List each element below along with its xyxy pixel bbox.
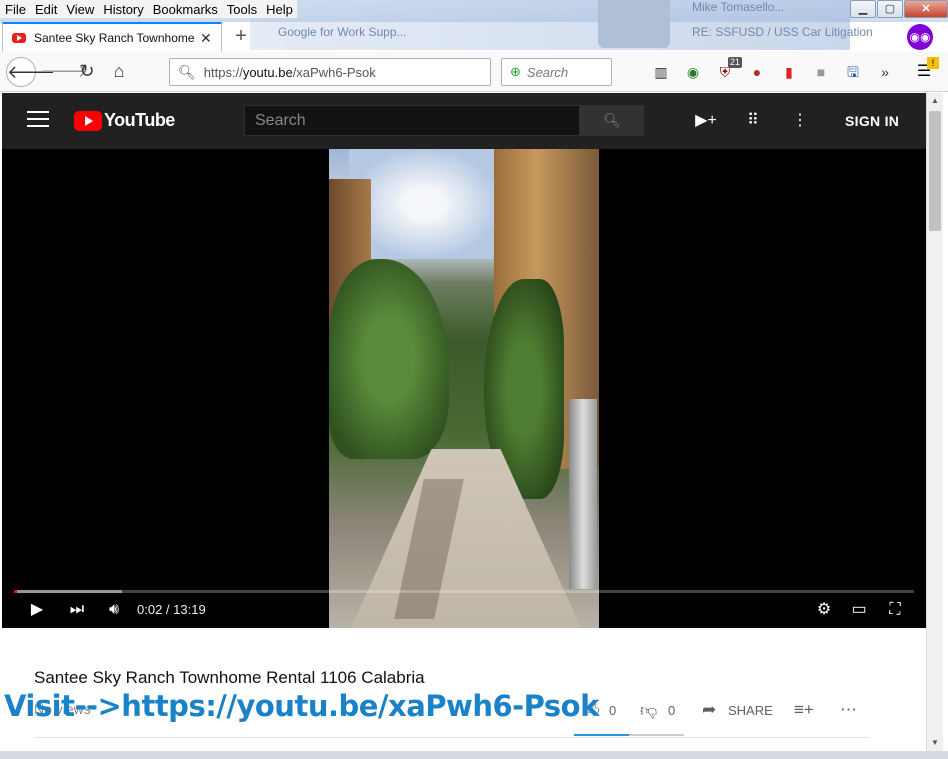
menu-file[interactable]: File — [0, 0, 30, 18]
dislike-icon[interactable]: 👎︎ — [640, 700, 657, 721]
overflow-chevron-icon[interactable]: » — [874, 61, 896, 83]
more-actions-icon[interactable]: ⋯ — [840, 700, 857, 720]
create-video-icon[interactable]: ▶+ — [694, 110, 718, 132]
save-icon[interactable]: 🖫 — [842, 61, 864, 83]
promo-overlay-text: Visit-->https://youtu.be/xaPwh6-Psok — [4, 689, 599, 723]
maximize-button[interactable]: ▢ — [877, 0, 903, 18]
theater-mode-icon[interactable]: ▭ — [848, 598, 870, 622]
close-window-button[interactable]: ✕ — [904, 0, 948, 18]
fullscreen-icon[interactable]: ⛶ — [884, 598, 906, 622]
scroll-up-arrow-icon[interactable]: ▲ — [927, 93, 943, 109]
settings-gear-icon[interactable]: ⚙ — [813, 598, 835, 622]
back-button[interactable]: 🡐 — [6, 57, 55, 87]
new-tab-button[interactable]: + — [228, 25, 254, 49]
home-button[interactable]: ⌂ — [104, 57, 134, 87]
scrollbar-thumb[interactable] — [929, 111, 941, 231]
tab-youtube[interactable]: Santee Sky Ranch Townhome Rental 1106 Ca… — [2, 22, 222, 52]
tab-title: Santee Sky Ranch Townhome Rental 1106 Ca… — [34, 31, 196, 45]
url-text: https://youtu.be/xaPwh6-Psok — [203, 64, 376, 80]
video-title: Santee Sky Ranch Townhome Rental 1106 Ca… — [34, 668, 425, 687]
window-controls: ▁ ▢ ✕ — [849, 0, 948, 18]
menu-edit[interactable]: Edit — [30, 0, 61, 18]
background-text-2: Mike Tomasello... — [692, 0, 785, 14]
tab-strip: Santee Sky Ranch Townhome Rental 1106 Ca… — [0, 22, 948, 52]
volume-icon[interactable]: 🔊︎ — [102, 598, 126, 622]
youtube-search-input[interactable]: Search — [244, 105, 580, 136]
minimize-button[interactable]: ▁ — [850, 0, 876, 18]
youtube-header: YouTube Search 🔍︎ ▶+ ⠿ ⋮ SIGN IN — [2, 93, 926, 149]
extension-camera-icon[interactable]: ◉ — [682, 61, 704, 83]
add-to-playlist-icon[interactable]: ≡+ — [794, 700, 814, 720]
search-bar[interactable]: ⊕ Search — [501, 58, 612, 86]
menu-tools[interactable]: Tools — [222, 0, 261, 18]
menu-bar: File Edit View History Bookmarks Tools H… — [0, 0, 297, 18]
youtube-logo[interactable]: YouTube — [74, 110, 175, 131]
menu-history[interactable]: History — [98, 0, 147, 18]
settings-more-icon[interactable]: ⋮ — [788, 110, 812, 132]
search-engine-icon: ⊕ — [510, 64, 521, 79]
menu-view[interactable]: View — [61, 0, 98, 18]
search-bar-placeholder: Search — [526, 64, 569, 80]
video-player[interactable]: ▶ ⏭ 🔊︎ 0:02 / 13:19 ⚙ ▭ ⛶ — [2, 149, 926, 628]
progress-bar[interactable] — [14, 590, 914, 593]
extension-dots-icon[interactable]: ● — [746, 61, 768, 83]
sign-in-button[interactable]: SIGN IN — [845, 113, 899, 129]
share-label[interactable]: SHARE — [728, 703, 773, 718]
divider — [34, 737, 870, 738]
navigation-toolbar: 🡐 🡒 ↻ ⌂ 🔍︎ https://youtu.be/xaPwh6-Psok … — [0, 52, 948, 92]
progress-buffered — [14, 590, 122, 593]
video-fence — [569, 399, 597, 589]
url-bar[interactable]: 🔍︎ https://youtu.be/xaPwh6-Psok — [169, 58, 491, 86]
search-icon: 🔍︎ — [178, 63, 196, 80]
private-browsing-icon: ◉◉ — [907, 24, 933, 50]
sentiment-fill — [574, 734, 629, 736]
youtube-logo-text: YouTube — [104, 110, 175, 130]
scroll-down-arrow-icon[interactable]: ▼ — [927, 735, 943, 751]
youtube-play-logo-icon — [74, 110, 102, 131]
youtube-favicon-icon — [12, 33, 26, 43]
tab-close-icon[interactable]: ✕ — [200, 30, 212, 47]
sentiment-bar — [574, 734, 684, 736]
update-warning-badge: ! — [927, 57, 939, 69]
next-button[interactable]: ⏭ — [66, 598, 88, 622]
video-frame[interactable] — [329, 149, 599, 628]
apps-grid-icon[interactable]: ⠿ — [741, 110, 765, 132]
dislike-count: 0 — [668, 703, 676, 718]
play-button[interactable]: ▶ — [26, 598, 48, 622]
ublock-icon[interactable]: ⛨ 21 — [714, 57, 742, 83]
video-hedge-left — [329, 259, 449, 459]
forward-button[interactable]: 🡒 — [40, 57, 88, 87]
like-count: 0 — [609, 703, 617, 718]
progress-played — [14, 590, 17, 593]
video-sky — [349, 149, 499, 259]
time-display: 0:02 / 13:19 — [137, 602, 206, 617]
reload-button[interactable]: ↻ — [72, 57, 102, 87]
youtube-search-placeholder: Search — [255, 112, 306, 129]
youtube-search-button[interactable]: 🔍︎ — [580, 105, 644, 136]
share-icon[interactable]: ➦ — [702, 700, 716, 720]
guide-menu-icon[interactable] — [27, 111, 49, 131]
menu-bookmarks[interactable]: Bookmarks — [148, 0, 222, 18]
library-icon[interactable]: ▥ — [650, 61, 672, 83]
window-bottom-edge — [0, 751, 948, 759]
page-scrollbar[interactable]: ▲ ▼ — [926, 93, 943, 751]
menu-help[interactable]: Help — [261, 0, 297, 18]
extension-red-icon[interactable]: ▮ — [778, 61, 800, 83]
ublock-badge: 21 — [727, 57, 742, 68]
extension-gray-icon[interactable]: ■ — [810, 61, 832, 83]
